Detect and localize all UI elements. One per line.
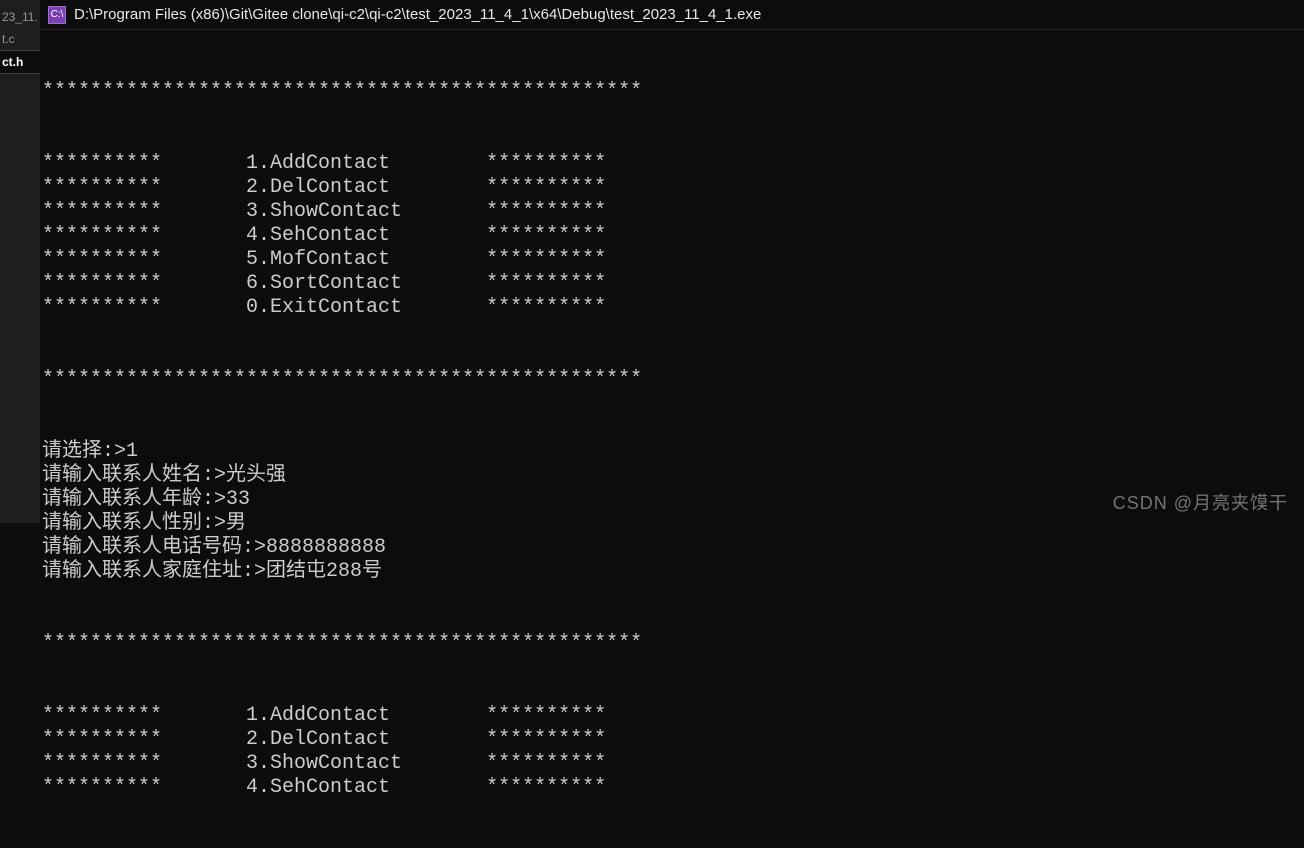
prompt-line: 请输入联系人姓名:>光头强 bbox=[42, 464, 1304, 488]
menu-block: ********** 1.AddContact ****************… bbox=[42, 152, 1304, 320]
prompt-line: 请选择:>1 bbox=[42, 440, 1304, 464]
menu-item: ********** 4.SehContact ********** bbox=[42, 776, 1304, 800]
menu-item: ********** 1.AddContact ********** bbox=[42, 152, 1304, 176]
menu-item: ********** 1.AddContact ********** bbox=[42, 704, 1304, 728]
tab-fragment-active[interactable]: ct.h bbox=[0, 50, 40, 74]
menu-border: ****************************************… bbox=[42, 80, 1304, 104]
menu-item: ********** 6.SortContact ********** bbox=[42, 272, 1304, 296]
menu-border: ****************************************… bbox=[42, 368, 1304, 392]
menu-item: ********** 2.DelContact ********** bbox=[42, 728, 1304, 752]
prompt-line: 请输入联系人电话号码:>8888888888 bbox=[42, 536, 1304, 560]
window-title: D:\Program Files (x86)\Git\Gitee clone\q… bbox=[74, 6, 761, 23]
menu-item: ********** 0.ExitContact ********** bbox=[42, 296, 1304, 320]
menu-item: ********** 2.DelContact ********** bbox=[42, 176, 1304, 200]
menu-border: ****************************************… bbox=[42, 632, 1304, 656]
menu-item: ********** 4.SehContact ********** bbox=[42, 224, 1304, 248]
menu-item: ********** 3.ShowContact ********** bbox=[42, 200, 1304, 224]
console-icon: C:\ bbox=[48, 6, 66, 24]
watermark: CSDN @月亮夹馍干 bbox=[1113, 489, 1288, 515]
menu-item: ********** 5.MofContact ********** bbox=[42, 248, 1304, 272]
prompt-line: 请输入联系人家庭住址:>团结屯288号 bbox=[42, 560, 1304, 584]
console-output[interactable]: ****************************************… bbox=[40, 30, 1304, 848]
tab-fragment[interactable]: 23_11. bbox=[0, 6, 40, 28]
tab-fragment[interactable]: t.c bbox=[0, 28, 40, 50]
console-window: C:\ D:\Program Files (x86)\Git\Gitee clo… bbox=[40, 0, 1304, 523]
editor-tab-strip: 23_11. t.c ct.h bbox=[0, 0, 40, 523]
prompt-line: 请输入联系人性别:>男 bbox=[42, 512, 1304, 536]
title-bar[interactable]: C:\ D:\Program Files (x86)\Git\Gitee clo… bbox=[40, 0, 1304, 30]
menu-item: ********** 3.ShowContact ********** bbox=[42, 752, 1304, 776]
menu-block: ********** 1.AddContact ****************… bbox=[42, 704, 1304, 800]
